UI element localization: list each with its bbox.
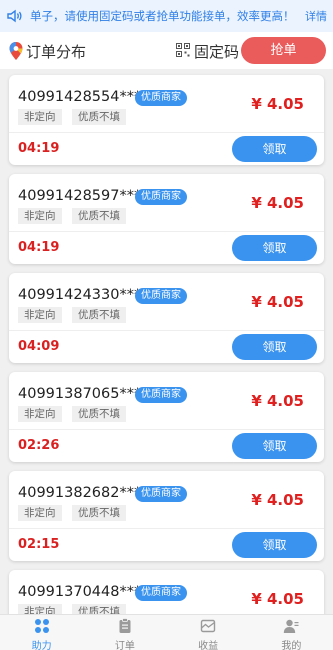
qr-code-icon[interactable] xyxy=(176,43,190,57)
order-tag: 优质不填 xyxy=(72,604,126,614)
header-bar: 订单分布 固定码 抢单 xyxy=(0,32,333,69)
grid-icon xyxy=(34,619,49,633)
divider xyxy=(9,132,324,133)
claim-button[interactable]: 领取 xyxy=(232,433,317,459)
notice-text: 单子，请使用固定码或者抢单功能接单，效率更高！ xyxy=(30,9,295,23)
order-price: ¥ 4.05 xyxy=(251,194,304,212)
order-tag: 优质不填 xyxy=(72,406,126,422)
claim-button[interactable]: 领取 xyxy=(232,334,317,360)
grab-order-button[interactable]: 抢单 xyxy=(241,37,326,64)
fixed-code-link[interactable]: 固定码 xyxy=(194,41,239,62)
merchant-badge: 优质商家 xyxy=(135,288,187,304)
tab-label: 助力 xyxy=(31,641,52,650)
countdown-time: 04:19 xyxy=(18,141,60,156)
order-tag: 优质不填 xyxy=(72,109,126,125)
order-price: ¥ 4.05 xyxy=(251,590,304,608)
divider xyxy=(9,231,324,232)
order-card: 40991428554**** 优质商家 非定向 优质不填 ¥ 4.05 04:… xyxy=(9,75,324,165)
order-card: 40991428597**** 优质商家 非定向 优质不填 ¥ 4.05 04:… xyxy=(9,174,324,264)
order-tag: 非定向 xyxy=(18,208,62,224)
countdown-time: 04:19 xyxy=(18,240,60,255)
order-list[interactable]: 40991428554**** 优质商家 非定向 优质不填 ¥ 4.05 04:… xyxy=(0,69,333,614)
merchant-badge: 优质商家 xyxy=(135,90,187,106)
user-icon xyxy=(284,619,299,633)
divider xyxy=(9,330,324,331)
order-card: 40991387065**** 优质商家 非定向 优质不填 ¥ 4.05 02:… xyxy=(9,372,324,462)
order-id: 40991428597**** xyxy=(18,188,149,204)
tab-earnings[interactable]: 收益 xyxy=(167,615,250,650)
order-price: ¥ 4.05 xyxy=(251,392,304,410)
order-price: ¥ 4.05 xyxy=(251,491,304,509)
merchant-badge: 优质商家 xyxy=(135,387,187,403)
speaker-icon xyxy=(7,9,22,23)
order-tag: 优质不填 xyxy=(72,505,126,521)
location-pin-icon xyxy=(9,42,23,60)
order-tag: 非定向 xyxy=(18,604,62,614)
order-card: 40991382682**** 优质商家 非定向 优质不填 ¥ 4.05 02:… xyxy=(9,471,324,561)
order-id: 40991370448**** xyxy=(18,584,149,600)
tab-label: 收益 xyxy=(198,641,219,650)
tab-label: 我的 xyxy=(281,641,302,650)
tab-assist[interactable]: 助力 xyxy=(0,615,83,650)
order-id: 40991387065**** xyxy=(18,386,149,402)
order-card: 40991370448**** 优质商家 非定向 优质不填 ¥ 4.05 领取 xyxy=(9,570,324,614)
page-title: 订单分布 xyxy=(26,43,87,61)
claim-button[interactable]: 领取 xyxy=(232,235,317,261)
order-price: ¥ 4.05 xyxy=(251,293,304,311)
countdown-time: 04:09 xyxy=(18,339,60,354)
wallet-icon xyxy=(200,619,216,633)
order-tag: 优质不填 xyxy=(72,307,126,323)
order-tag: 非定向 xyxy=(18,109,62,125)
claim-button[interactable]: 领取 xyxy=(232,136,317,162)
order-price: ¥ 4.05 xyxy=(251,95,304,113)
merchant-badge: 优质商家 xyxy=(135,585,187,601)
countdown-time: 02:15 xyxy=(18,537,60,552)
merchant-badge: 优质商家 xyxy=(135,486,187,502)
order-tag: 非定向 xyxy=(18,307,62,323)
clipboard-icon xyxy=(119,618,131,633)
claim-button[interactable]: 领取 xyxy=(232,532,317,558)
divider xyxy=(9,528,324,529)
order-id: 40991424330**** xyxy=(18,287,149,303)
notice-details-link[interactable]: 详情 xyxy=(301,8,333,24)
order-tag: 非定向 xyxy=(18,406,62,422)
divider xyxy=(9,429,324,430)
tab-profile[interactable]: 我的 xyxy=(250,615,333,650)
notice-bar[interactable]: 单子，请使用固定码或者抢单功能接单，效率更高！ 详情 xyxy=(0,0,333,32)
order-id: 40991428554**** xyxy=(18,89,149,105)
order-tag: 优质不填 xyxy=(72,208,126,224)
tab-orders[interactable]: 订单 xyxy=(83,615,166,650)
countdown-time: 02:26 xyxy=(18,438,60,453)
bottom-tab-bar: 助力 订单 收益 我的 xyxy=(0,614,333,650)
order-id: 40991382682**** xyxy=(18,485,149,501)
merchant-badge: 优质商家 xyxy=(135,189,187,205)
tab-label: 订单 xyxy=(114,641,135,650)
order-tag: 非定向 xyxy=(18,505,62,521)
order-card: 40991424330**** 优质商家 非定向 优质不填 ¥ 4.05 04:… xyxy=(9,273,324,363)
